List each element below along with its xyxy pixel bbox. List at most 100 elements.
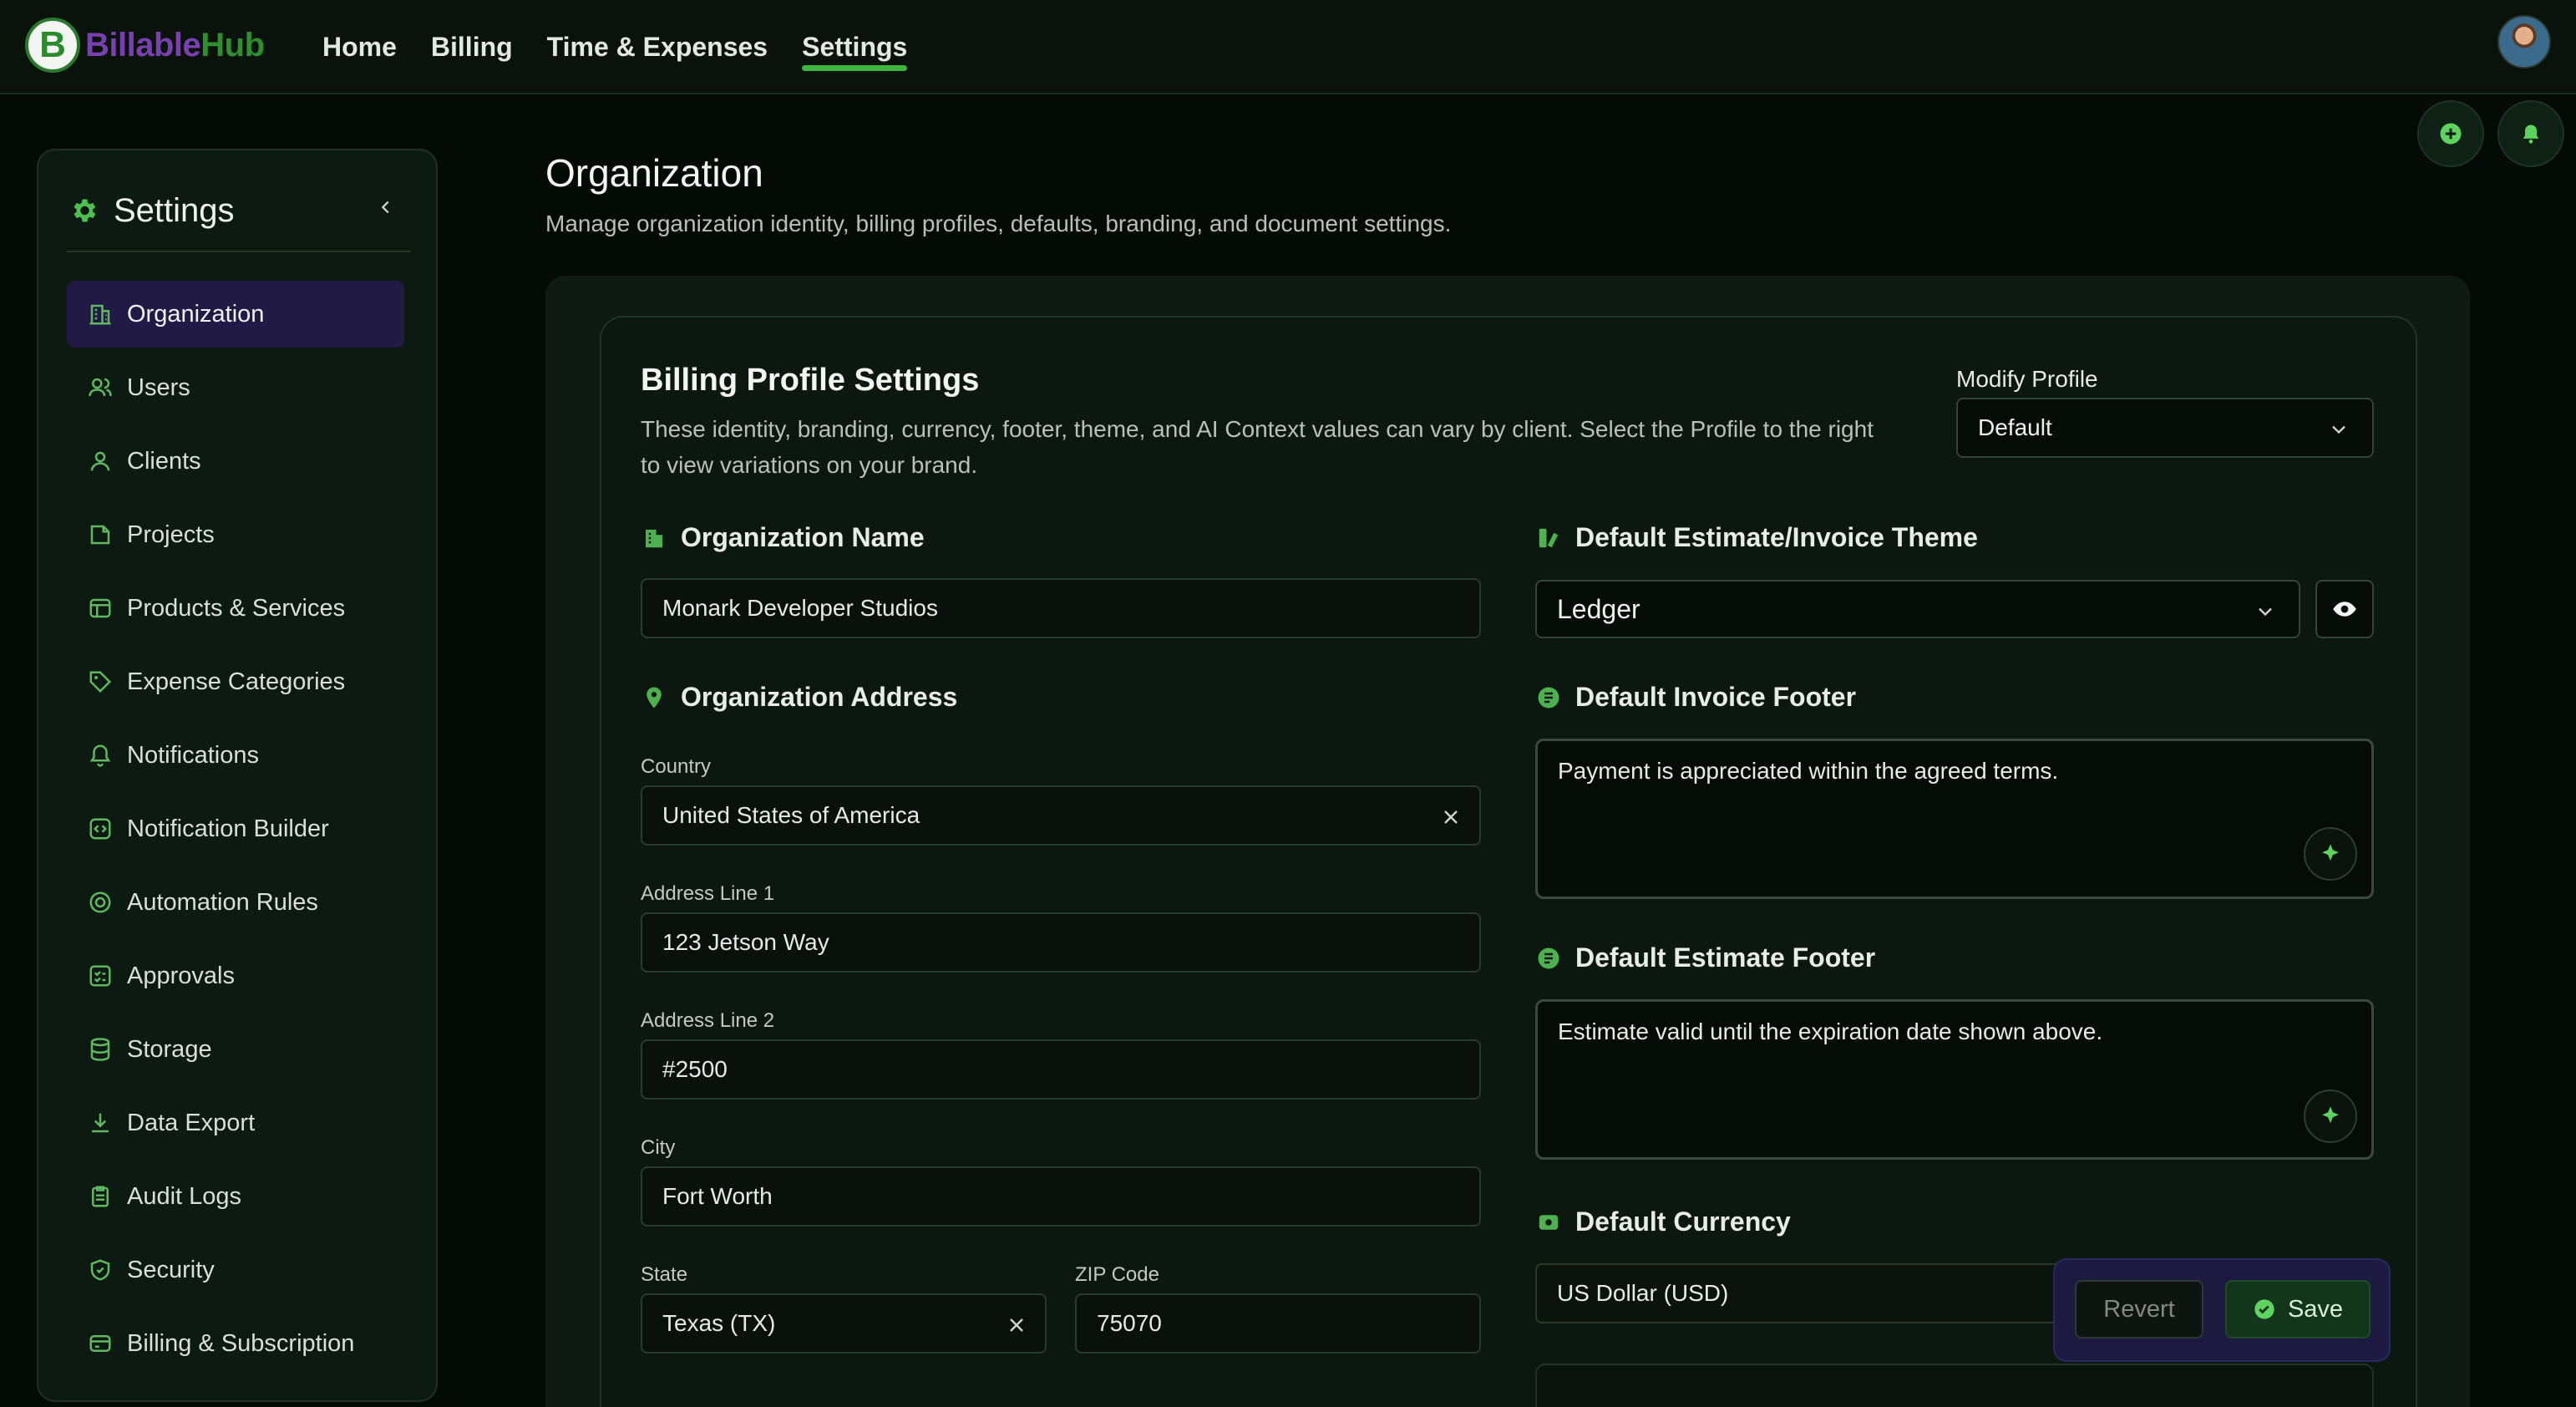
preview-theme-button[interactable] [2315, 580, 2374, 638]
default-currency-value: US Dollar (USD) [1557, 1280, 1729, 1306]
modify-profile-label: Modify Profile [1956, 366, 2098, 392]
city-value: Fort Worth [662, 1183, 773, 1209]
top-bar: B BillableHub Home Billing Time & Expens… [0, 0, 2576, 94]
clear-country-icon[interactable] [1438, 804, 1464, 830]
organization-name-value: Monark Developer Studios [662, 595, 938, 621]
logo-text: BillableHub [85, 27, 265, 64]
sidebar-item-products-services[interactable]: Products & Services [67, 575, 404, 642]
state-value: Texas (TX) [662, 1310, 776, 1336]
nav-billing[interactable]: Billing [431, 0, 513, 94]
sidebar-item-data-export[interactable]: Data Export [67, 1090, 404, 1156]
sidebar-item-label: Products & Services [127, 594, 346, 622]
sidebar-item-label: Organization [127, 300, 265, 328]
revert-button[interactable]: Revert [2075, 1280, 2203, 1338]
page-title: Organization [545, 151, 763, 195]
nav-time-expenses[interactable]: Time & Expenses [547, 0, 768, 94]
chevron-left-icon [381, 201, 389, 214]
sidebar-header: Settings [68, 185, 235, 236]
database-icon [87, 1036, 114, 1063]
tag-icon [87, 668, 114, 695]
sidebar-item-notification-builder[interactable]: Notification Builder [67, 795, 404, 862]
sidebar-title: Settings [114, 191, 235, 229]
sidebar-item-notifications[interactable]: Notifications [67, 722, 404, 789]
invoice-theme-select[interactable]: Ledger [1535, 580, 2300, 638]
notifications-button[interactable] [2497, 100, 2564, 167]
estimate-footer-section: Default Estimate Footer [1535, 942, 1875, 973]
address-line-1-label: Address Line 1 [641, 882, 775, 905]
check-circle-icon [2253, 1298, 2276, 1321]
sidebar-item-label: Expense Categories [127, 668, 346, 695]
location-pin-icon [641, 684, 667, 711]
sidebar-item-organization[interactable]: Organization [67, 281, 404, 348]
estimate-footer-label: Default Estimate Footer [1575, 942, 1876, 973]
sidebar-item-users[interactable]: Users [67, 354, 404, 421]
checkbox-row-partial [1535, 1364, 2374, 1407]
sidebar-item-storage[interactable]: Storage [67, 1016, 404, 1083]
invoice-footer-value: Payment is appreciated within the agreed… [1558, 758, 2059, 784]
users-icon [87, 374, 114, 401]
default-currency-label: Default Currency [1575, 1206, 1791, 1237]
shield-icon [87, 1257, 114, 1283]
zip-code-label: ZIP Code [1075, 1263, 1159, 1286]
sidebar-item-audit-logs[interactable]: Audit Logs [67, 1163, 404, 1230]
sidebar-divider [67, 251, 411, 252]
city-label: City [641, 1136, 676, 1159]
sidebar-item-label: Notification Builder [127, 815, 329, 842]
building-icon [87, 301, 114, 328]
address-line-2-input[interactable]: #2500 [641, 1039, 1481, 1100]
chevron-down-icon [2259, 607, 2272, 617]
sidebar-item-label: Notifications [127, 741, 259, 769]
invoice-footer-textarea[interactable]: Payment is appreciated within the agreed… [1535, 739, 2374, 899]
save-button[interactable]: Save [2225, 1280, 2371, 1338]
checklist-icon [87, 963, 114, 989]
estimate-footer-textarea[interactable]: Estimate valid until the expiration date… [1535, 999, 2374, 1160]
page-subtitle: Manage organization identity, billing pr… [545, 211, 1452, 236]
folder-icon [87, 521, 114, 548]
sidebar-item-expense-categories[interactable]: Expense Categories [67, 648, 404, 715]
sidebar-item-projects[interactable]: Projects [67, 501, 404, 568]
sidebar-item-approvals[interactable]: Approvals [67, 942, 404, 1009]
settings-sidebar: Settings Organization Users Clients Proj… [37, 149, 438, 1402]
footer-note-icon [1535, 945, 1562, 972]
zip-code-input[interactable]: 75070 [1075, 1293, 1481, 1354]
city-input[interactable]: Fort Worth [641, 1166, 1481, 1227]
gear-icon [74, 199, 96, 222]
sidebar-item-label: Clients [127, 447, 201, 475]
ai-generate-invoice-footer-button[interactable] [2304, 827, 2357, 881]
zip-code-value: 75070 [1097, 1310, 1162, 1336]
eye-icon [2333, 602, 2356, 617]
modify-profile-select[interactable]: Default [1956, 398, 2374, 458]
invoice-theme-section: Default Estimate/Invoice Theme [1535, 522, 1978, 553]
estimate-footer-value: Estimate valid until the expiration date… [1558, 1018, 2103, 1044]
logo-mark: B [25, 18, 80, 73]
nav-settings[interactable]: Settings [802, 0, 908, 94]
organization-name-input[interactable]: Monark Developer Studios [641, 578, 1481, 638]
sidebar-item-security[interactable]: Security [67, 1237, 404, 1303]
app-logo[interactable]: B BillableHub [25, 17, 265, 74]
nav-home[interactable]: Home [322, 0, 397, 94]
user-avatar[interactable] [2497, 15, 2551, 69]
sidebar-item-automation-rules[interactable]: Automation Rules [67, 869, 404, 936]
ai-generate-estimate-footer-button[interactable] [2304, 1090, 2357, 1143]
organization-address-label: Organization Address [681, 682, 958, 712]
address-line-1-value: 123 Jetson Way [662, 929, 829, 955]
sidebar-item-clients[interactable]: Clients [67, 428, 404, 495]
country-value: United States of America [662, 802, 920, 828]
plus-circle-icon [2440, 123, 2462, 145]
state-input[interactable]: Texas (TX) [641, 1293, 1047, 1354]
bell-icon [2523, 124, 2539, 144]
organization-address-section: Organization Address [641, 682, 957, 713]
organization-name-label: Organization Name [681, 522, 925, 552]
invoice-theme-value: Ledger [1557, 593, 1640, 624]
sidebar-item-label: Automation Rules [127, 888, 318, 916]
clear-state-icon[interactable] [1003, 1312, 1030, 1338]
box-icon [87, 595, 114, 622]
card-icon [87, 1330, 114, 1357]
address-line-1-input[interactable]: 123 Jetson Way [641, 912, 1481, 973]
collapse-sidebar-button[interactable] [369, 190, 403, 224]
sidebar-item-label: Data Export [127, 1109, 256, 1136]
add-button[interactable] [2417, 100, 2484, 167]
sidebar-item-label: Users [127, 373, 190, 401]
sidebar-item-billing-subscription[interactable]: Billing & Subscription [67, 1310, 404, 1377]
country-input[interactable]: United States of America [641, 785, 1481, 846]
